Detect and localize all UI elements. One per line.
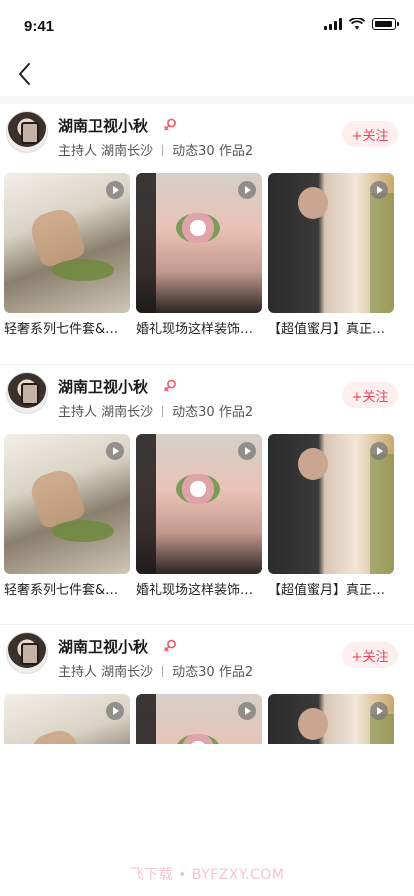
user-meta: 主持人 湖南长沙 动态30 作品2 — [58, 661, 253, 680]
role-location: 主持人 湖南长沙 — [58, 405, 154, 420]
play-icon — [238, 442, 256, 460]
work-caption[interactable]: 【超值蜜月】真正… — [268, 579, 394, 598]
play-icon — [106, 702, 124, 720]
play-icon — [106, 181, 124, 199]
works-row — [4, 173, 414, 313]
play-icon — [370, 181, 388, 199]
work-caption[interactable]: 【超值蜜月】真正… — [268, 318, 394, 337]
work-caption[interactable]: 轻奢系列七件套&可… — [4, 579, 130, 598]
work-thumbnail[interactable] — [4, 173, 130, 313]
user-name[interactable]: 湖南卫视小秋 — [58, 115, 148, 136]
feed-list[interactable]: 湖南卫视小秋 主持人 湖南长沙 动态30 作品2 +关注 轻奢系列七件套&可… 婚… — [0, 104, 414, 744]
follow-button[interactable]: +关注 — [342, 121, 398, 147]
status-bar: 9:41 — [0, 0, 414, 52]
meta-divider — [162, 666, 164, 677]
work-thumbnail[interactable] — [268, 173, 394, 313]
meta-divider — [162, 145, 164, 156]
user-row: 湖南卫视小秋 主持人 湖南长沙 动态30 作品2 +关注 — [0, 104, 414, 168]
avatar[interactable] — [6, 372, 48, 414]
meta-divider — [162, 406, 164, 417]
status-icons — [324, 18, 399, 30]
works-row — [4, 434, 414, 574]
user-stats: 动态30 作品2 — [172, 665, 254, 680]
work-caption[interactable]: 轻奢系列七件套&可… — [4, 318, 130, 337]
nav-divider — [0, 96, 414, 104]
user-card[interactable]: 湖南卫视小秋 主持人 湖南长沙 动态30 作品2 +关注 轻奢系列七件套&可… 婚… — [0, 364, 414, 624]
play-icon — [238, 702, 256, 720]
watermark-text: 飞下载 • BYFZXY.COM — [129, 867, 285, 883]
user-stats: 动态30 作品2 — [172, 405, 254, 420]
work-caption[interactable]: 婚礼现场这样装饰… — [136, 579, 262, 598]
work-thumbnail[interactable] — [136, 694, 262, 744]
work-thumbnail[interactable] — [268, 434, 394, 574]
nav-bar — [0, 52, 414, 96]
chevron-left-icon — [19, 63, 30, 85]
user-card[interactable]: 湖南卫视小秋 主持人 湖南长沙 动态30 作品2 +关注 — [0, 624, 414, 744]
role-location: 主持人 湖南长沙 — [58, 665, 154, 680]
user-stats: 动态30 作品2 — [172, 144, 254, 159]
follow-button[interactable]: +关注 — [342, 382, 398, 408]
work-thumbnail[interactable] — [4, 434, 130, 574]
status-time: 9:41 — [24, 18, 55, 35]
female-icon — [164, 118, 176, 131]
captions-row: 轻奢系列七件套&可… 婚礼现场这样装饰… 【超值蜜月】真正… — [4, 318, 414, 337]
user-meta: 主持人 湖南长沙 动态30 作品2 — [58, 401, 253, 420]
signal-icon — [324, 18, 342, 30]
back-button[interactable] — [8, 52, 40, 96]
user-card[interactable]: 湖南卫视小秋 主持人 湖南长沙 动态30 作品2 +关注 轻奢系列七件套&可… 婚… — [0, 104, 414, 364]
female-icon — [164, 379, 176, 392]
user-meta: 主持人 湖南长沙 动态30 作品2 — [58, 140, 253, 159]
user-name[interactable]: 湖南卫视小秋 — [58, 636, 148, 657]
wifi-icon — [349, 18, 365, 30]
female-icon — [164, 639, 176, 652]
user-row: 湖南卫视小秋 主持人 湖南长沙 动态30 作品2 +关注 — [0, 625, 414, 689]
work-caption[interactable]: 婚礼现场这样装饰… — [136, 318, 262, 337]
play-icon — [106, 442, 124, 460]
avatar[interactable] — [6, 111, 48, 153]
work-thumbnail[interactable] — [136, 434, 262, 574]
follow-button[interactable]: +关注 — [342, 642, 398, 668]
work-thumbnail[interactable] — [268, 694, 394, 744]
work-thumbnail[interactable] — [136, 173, 262, 313]
captions-row: 轻奢系列七件套&可… 婚礼现场这样装饰… 【超值蜜月】真正… — [4, 579, 414, 598]
play-icon — [370, 702, 388, 720]
user-name[interactable]: 湖南卫视小秋 — [58, 376, 148, 397]
role-location: 主持人 湖南长沙 — [58, 144, 154, 159]
work-thumbnail[interactable] — [4, 694, 130, 744]
works-row — [4, 694, 414, 744]
avatar[interactable] — [6, 632, 48, 674]
play-icon — [370, 442, 388, 460]
play-icon — [238, 181, 256, 199]
battery-icon — [372, 18, 399, 30]
user-row: 湖南卫视小秋 主持人 湖南长沙 动态30 作品2 +关注 — [0, 365, 414, 429]
